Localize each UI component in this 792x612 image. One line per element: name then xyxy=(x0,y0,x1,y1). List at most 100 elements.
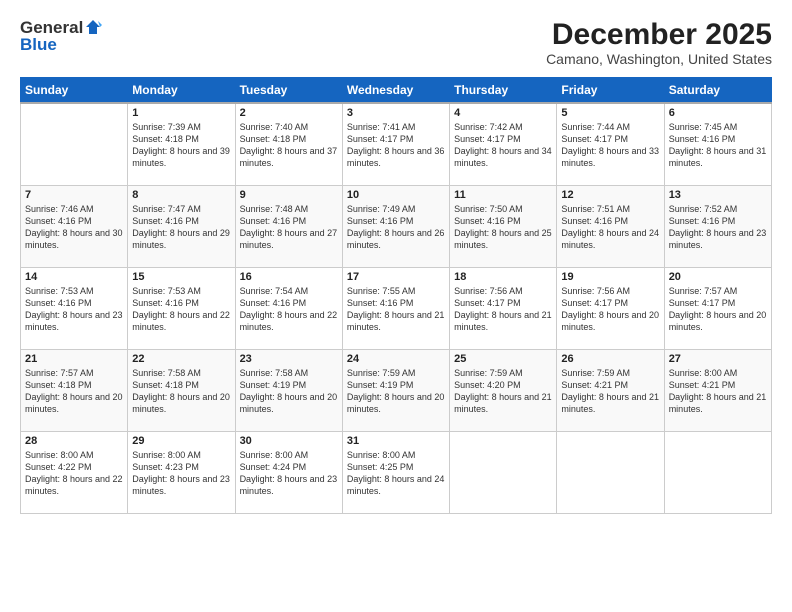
day-number: 8 xyxy=(132,189,230,201)
cell-1-1 xyxy=(21,103,128,185)
day-number: 31 xyxy=(347,435,445,447)
cell-2-1: 7 Sunrise: 7:46 AM Sunset: 4:16 PM Daylig… xyxy=(21,185,128,267)
header-row: Sunday Monday Tuesday Wednesday Thursday… xyxy=(21,78,772,104)
day-number: 18 xyxy=(454,271,552,283)
col-friday: Friday xyxy=(557,78,664,104)
cell-5-3: 30 Sunrise: 8:00 AM Sunset: 4:24 PM Dayli… xyxy=(235,431,342,513)
cell-3-3: 16 Sunrise: 7:54 AM Sunset: 4:16 PM Dayli… xyxy=(235,267,342,349)
cell-4-2: 22 Sunrise: 7:58 AM Sunset: 4:18 PM Dayli… xyxy=(128,349,235,431)
day-number: 29 xyxy=(132,435,230,447)
cell-info: Sunrise: 8:00 AM Sunset: 4:23 PM Dayligh… xyxy=(132,449,230,498)
day-number: 11 xyxy=(454,189,552,201)
calendar-table: Sunday Monday Tuesday Wednesday Thursday… xyxy=(20,77,772,514)
cell-1-7: 6 Sunrise: 7:45 AM Sunset: 4:16 PM Daylig… xyxy=(664,103,771,185)
cell-3-1: 14 Sunrise: 7:53 AM Sunset: 4:16 PM Dayli… xyxy=(21,267,128,349)
cell-3-7: 20 Sunrise: 7:57 AM Sunset: 4:17 PM Dayli… xyxy=(664,267,771,349)
cell-info: Sunrise: 8:00 AM Sunset: 4:24 PM Dayligh… xyxy=(240,449,338,498)
day-number: 19 xyxy=(561,271,659,283)
cell-info: Sunrise: 7:58 AM Sunset: 4:18 PM Dayligh… xyxy=(132,367,230,416)
logo-icon xyxy=(84,18,102,36)
cell-info: Sunrise: 7:58 AM Sunset: 4:19 PM Dayligh… xyxy=(240,367,338,416)
header: General Blue December 2025 Camano, Washi… xyxy=(20,18,772,67)
cell-info: Sunrise: 7:55 AM Sunset: 4:16 PM Dayligh… xyxy=(347,285,445,334)
cell-3-2: 15Sunrise: 7:53 AM Sunset: 4:16 PM Dayli… xyxy=(128,267,235,349)
day-number: 25 xyxy=(454,353,552,365)
cell-info: Sunrise: 8:00 AM Sunset: 4:25 PM Dayligh… xyxy=(347,449,445,498)
cell-5-5 xyxy=(450,431,557,513)
col-monday: Monday xyxy=(128,78,235,104)
col-thursday: Thursday xyxy=(450,78,557,104)
cell-info: Sunrise: 7:56 AM Sunset: 4:17 PM Dayligh… xyxy=(454,285,552,334)
logo: General Blue xyxy=(20,18,102,55)
cell-2-4: 10Sunrise: 7:49 AM Sunset: 4:16 PM Dayli… xyxy=(342,185,449,267)
cell-1-3: 2 Sunrise: 7:40 AM Sunset: 4:18 PM Daylig… xyxy=(235,103,342,185)
day-number: 20 xyxy=(669,271,767,283)
day-number: 16 xyxy=(240,271,338,283)
cell-info: Sunrise: 7:48 AM Sunset: 4:16 PM Dayligh… xyxy=(240,203,338,252)
day-number: 9 xyxy=(240,189,338,201)
week-row-3: 14 Sunrise: 7:53 AM Sunset: 4:16 PM Dayli… xyxy=(21,267,772,349)
day-number: 27 xyxy=(669,353,767,365)
cell-info: Sunrise: 8:00 AM Sunset: 4:22 PM Dayligh… xyxy=(25,449,123,498)
day-number: 6 xyxy=(669,107,767,119)
day-number: 3 xyxy=(347,107,445,119)
col-wednesday: Wednesday xyxy=(342,78,449,104)
day-number: 21 xyxy=(25,353,123,365)
title-block: December 2025 Camano, Washington, United… xyxy=(546,18,772,67)
day-number: 12 xyxy=(561,189,659,201)
cell-info: Sunrise: 7:42 AM Sunset: 4:17 PM Dayligh… xyxy=(454,121,552,170)
cell-3-6: 19 Sunrise: 7:56 AM Sunset: 4:17 PM Dayli… xyxy=(557,267,664,349)
day-number: 17 xyxy=(347,271,445,283)
cell-info: Sunrise: 7:57 AM Sunset: 4:17 PM Dayligh… xyxy=(669,285,767,334)
cell-info: Sunrise: 7:40 AM Sunset: 4:18 PM Dayligh… xyxy=(240,121,338,170)
col-saturday: Saturday xyxy=(664,78,771,104)
cell-info: Sunrise: 8:00 AM Sunset: 4:21 PM Dayligh… xyxy=(669,367,767,416)
day-number: 7 xyxy=(25,189,123,201)
cell-info: Sunrise: 7:52 AM Sunset: 4:16 PM Dayligh… xyxy=(669,203,767,252)
week-row-5: 28Sunrise: 8:00 AM Sunset: 4:22 PM Dayli… xyxy=(21,431,772,513)
day-number: 30 xyxy=(240,435,338,447)
day-number: 26 xyxy=(561,353,659,365)
cell-info: Sunrise: 7:53 AM Sunset: 4:16 PM Dayligh… xyxy=(25,285,123,334)
day-number: 14 xyxy=(25,271,123,283)
col-tuesday: Tuesday xyxy=(235,78,342,104)
day-number: 2 xyxy=(240,107,338,119)
cell-5-2: 29 Sunrise: 8:00 AM Sunset: 4:23 PM Dayli… xyxy=(128,431,235,513)
day-number: 23 xyxy=(240,353,338,365)
cell-3-4: 17 Sunrise: 7:55 AM Sunset: 4:16 PM Dayli… xyxy=(342,267,449,349)
cell-4-6: 26Sunrise: 7:59 AM Sunset: 4:21 PM Dayli… xyxy=(557,349,664,431)
cell-info: Sunrise: 7:44 AM Sunset: 4:17 PM Dayligh… xyxy=(561,121,659,170)
cell-info: Sunrise: 7:54 AM Sunset: 4:16 PM Dayligh… xyxy=(240,285,338,334)
cell-5-4: 31 Sunrise: 8:00 AM Sunset: 4:25 PM Dayli… xyxy=(342,431,449,513)
cell-4-3: 23 Sunrise: 7:58 AM Sunset: 4:19 PM Dayli… xyxy=(235,349,342,431)
cell-info: Sunrise: 7:41 AM Sunset: 4:17 PM Dayligh… xyxy=(347,121,445,170)
cell-info: Sunrise: 7:56 AM Sunset: 4:17 PM Dayligh… xyxy=(561,285,659,334)
cell-2-5: 11 Sunrise: 7:50 AM Sunset: 4:16 PM Dayli… xyxy=(450,185,557,267)
cell-info: Sunrise: 7:57 AM Sunset: 4:18 PM Dayligh… xyxy=(25,367,123,416)
month-title: December 2025 xyxy=(546,18,772,51)
week-row-4: 21 Sunrise: 7:57 AM Sunset: 4:18 PM Dayli… xyxy=(21,349,772,431)
cell-info: Sunrise: 7:59 AM Sunset: 4:19 PM Dayligh… xyxy=(347,367,445,416)
cell-5-6 xyxy=(557,431,664,513)
day-number: 5 xyxy=(561,107,659,119)
cell-2-6: 12 Sunrise: 7:51 AM Sunset: 4:16 PM Dayli… xyxy=(557,185,664,267)
cell-4-4: 24Sunrise: 7:59 AM Sunset: 4:19 PM Dayli… xyxy=(342,349,449,431)
cell-info: Sunrise: 7:51 AM Sunset: 4:16 PM Dayligh… xyxy=(561,203,659,252)
cell-info: Sunrise: 7:50 AM Sunset: 4:16 PM Dayligh… xyxy=(454,203,552,252)
cell-1-4: 3 Sunrise: 7:41 AM Sunset: 4:17 PM Daylig… xyxy=(342,103,449,185)
cell-info: Sunrise: 7:39 AM Sunset: 4:18 PM Dayligh… xyxy=(132,121,230,170)
cell-info: Sunrise: 7:46 AM Sunset: 4:16 PM Dayligh… xyxy=(25,203,123,252)
day-number: 15 xyxy=(132,271,230,283)
cell-5-1: 28Sunrise: 8:00 AM Sunset: 4:22 PM Dayli… xyxy=(21,431,128,513)
cell-info: Sunrise: 7:49 AM Sunset: 4:16 PM Dayligh… xyxy=(347,203,445,252)
cell-4-5: 25Sunrise: 7:59 AM Sunset: 4:20 PM Dayli… xyxy=(450,349,557,431)
cell-2-2: 8Sunrise: 7:47 AM Sunset: 4:16 PM Daylig… xyxy=(128,185,235,267)
cell-1-5: 4Sunrise: 7:42 AM Sunset: 4:17 PM Daylig… xyxy=(450,103,557,185)
cell-3-5: 18 Sunrise: 7:56 AM Sunset: 4:17 PM Dayli… xyxy=(450,267,557,349)
cell-2-3: 9 Sunrise: 7:48 AM Sunset: 4:16 PM Daylig… xyxy=(235,185,342,267)
day-number: 22 xyxy=(132,353,230,365)
cell-info: Sunrise: 7:45 AM Sunset: 4:16 PM Dayligh… xyxy=(669,121,767,170)
day-number: 1 xyxy=(132,107,230,119)
day-number: 13 xyxy=(669,189,767,201)
col-sunday: Sunday xyxy=(21,78,128,104)
